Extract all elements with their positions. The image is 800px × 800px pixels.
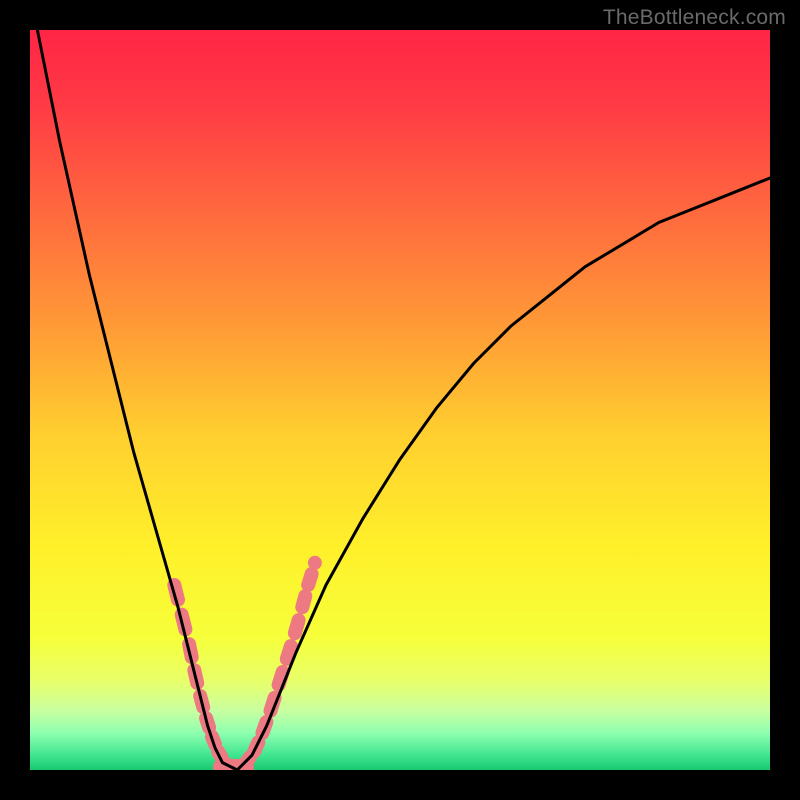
chart-frame: TheBottleneck.com bbox=[0, 0, 800, 800]
highlight-marker bbox=[279, 672, 283, 685]
highlight-marker bbox=[295, 620, 299, 633]
highlight-marker bbox=[308, 574, 311, 585]
bottleneck-curve bbox=[30, 30, 770, 770]
watermark-text: TheBottleneck.com bbox=[603, 6, 786, 30]
highlight-markers bbox=[174, 563, 315, 769]
highlight-marker bbox=[302, 596, 305, 607]
plot-area bbox=[30, 30, 770, 770]
chart-curve-layer bbox=[30, 30, 770, 770]
highlight-marker bbox=[287, 646, 291, 659]
